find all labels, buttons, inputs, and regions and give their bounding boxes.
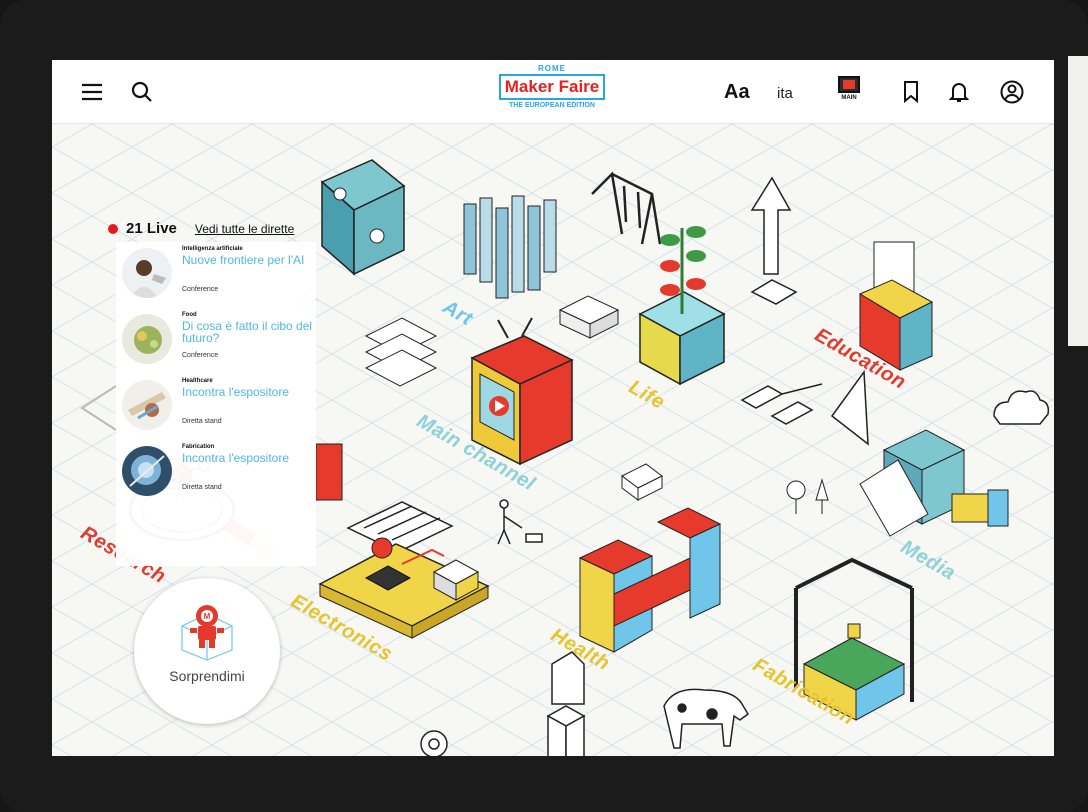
- person-with-crate: [546, 651, 586, 756]
- main-channel-tv-button[interactable]: MAIN: [834, 72, 864, 114]
- live-indicator-dot: [108, 223, 118, 234]
- logo-city: ROME: [538, 64, 566, 73]
- live-item-category: Food: [182, 312, 197, 318]
- live-item-type: Conference: [182, 352, 219, 359]
- live-list: Intelligenza artificiale Nuove frontiere…: [116, 242, 316, 566]
- see-all-live-link[interactable]: Vedi tutte le dirette: [195, 222, 294, 236]
- live-header: 21 Live Vedi tutte le dirette: [108, 220, 294, 237]
- hamburger-icon[interactable]: [78, 78, 106, 106]
- live-thumbnail: [122, 314, 172, 364]
- font-size-button[interactable]: Aa: [724, 81, 750, 104]
- tv-icon: [838, 76, 860, 93]
- live-item[interactable]: Fabrication Incontra l'espositore Dirett…: [116, 440, 316, 506]
- isometric-map: M Art Life Education Main channel Resear…: [52, 124, 1054, 756]
- adjacent-window-edge: [1068, 56, 1088, 346]
- tv-label: MAIN: [841, 95, 857, 101]
- search-icon[interactable]: [128, 78, 156, 106]
- live-item[interactable]: Healthcare Incontra l'espositore Diretta…: [116, 374, 316, 440]
- live-item-category: Fabrication: [182, 444, 215, 450]
- robot-icon: M: [181, 605, 233, 661]
- live-item-title: Nuove frontiere per l'AI: [182, 253, 305, 267]
- live-item-title: Di cosa è fatto il cibo del futuro?: [182, 319, 313, 345]
- svg-text:M: M: [204, 612, 211, 621]
- bell-icon[interactable]: [945, 78, 973, 106]
- live-item-category: Healthcare: [182, 378, 213, 384]
- round-robot: [420, 730, 448, 756]
- live-item-category: Intelligenza artificiale: [182, 246, 243, 252]
- live-item[interactable]: Food Di cosa è fatto il cibo del futuro?…: [116, 308, 316, 374]
- live-count-word: Live: [146, 220, 177, 237]
- live-item-title: Incontra l'espositore: [182, 451, 290, 465]
- maker-faire-logo[interactable]: ROME Maker Faire THE EUROPEAN EDITION: [491, 64, 613, 118]
- bookmark-icon[interactable]: [897, 78, 925, 106]
- top-bar: ROME Maker Faire THE EUROPEAN EDITION Aa…: [52, 60, 1054, 124]
- live-thumbnail: [122, 248, 172, 298]
- live-item-type: Conference: [182, 286, 219, 293]
- red-pillar: [315, 443, 343, 501]
- live-count: 21 Live: [126, 220, 177, 237]
- logo-name: Maker Faire: [498, 74, 606, 100]
- live-thumbnail: [122, 380, 172, 430]
- logo-edition: THE EUROPEAN EDITION: [509, 102, 595, 109]
- live-count-number: 21: [126, 220, 143, 237]
- surprise-me-button[interactable]: M Sorprendimi: [134, 578, 280, 724]
- live-item[interactable]: Intelligenza artificiale Nuove frontiere…: [116, 242, 316, 308]
- live-item-type: Diretta stand: [182, 484, 222, 491]
- live-item-title: Incontra l'espositore: [182, 385, 290, 399]
- live-thumbnail: [122, 446, 172, 496]
- language-selector[interactable]: ita: [777, 85, 793, 102]
- app-screen: ROME Maker Faire THE EUROPEAN EDITION Aa…: [52, 60, 1054, 756]
- live-item-type: Diretta stand: [182, 418, 222, 425]
- surprise-me-label: Sorprendimi: [169, 668, 245, 684]
- user-circle-icon[interactable]: [998, 78, 1026, 106]
